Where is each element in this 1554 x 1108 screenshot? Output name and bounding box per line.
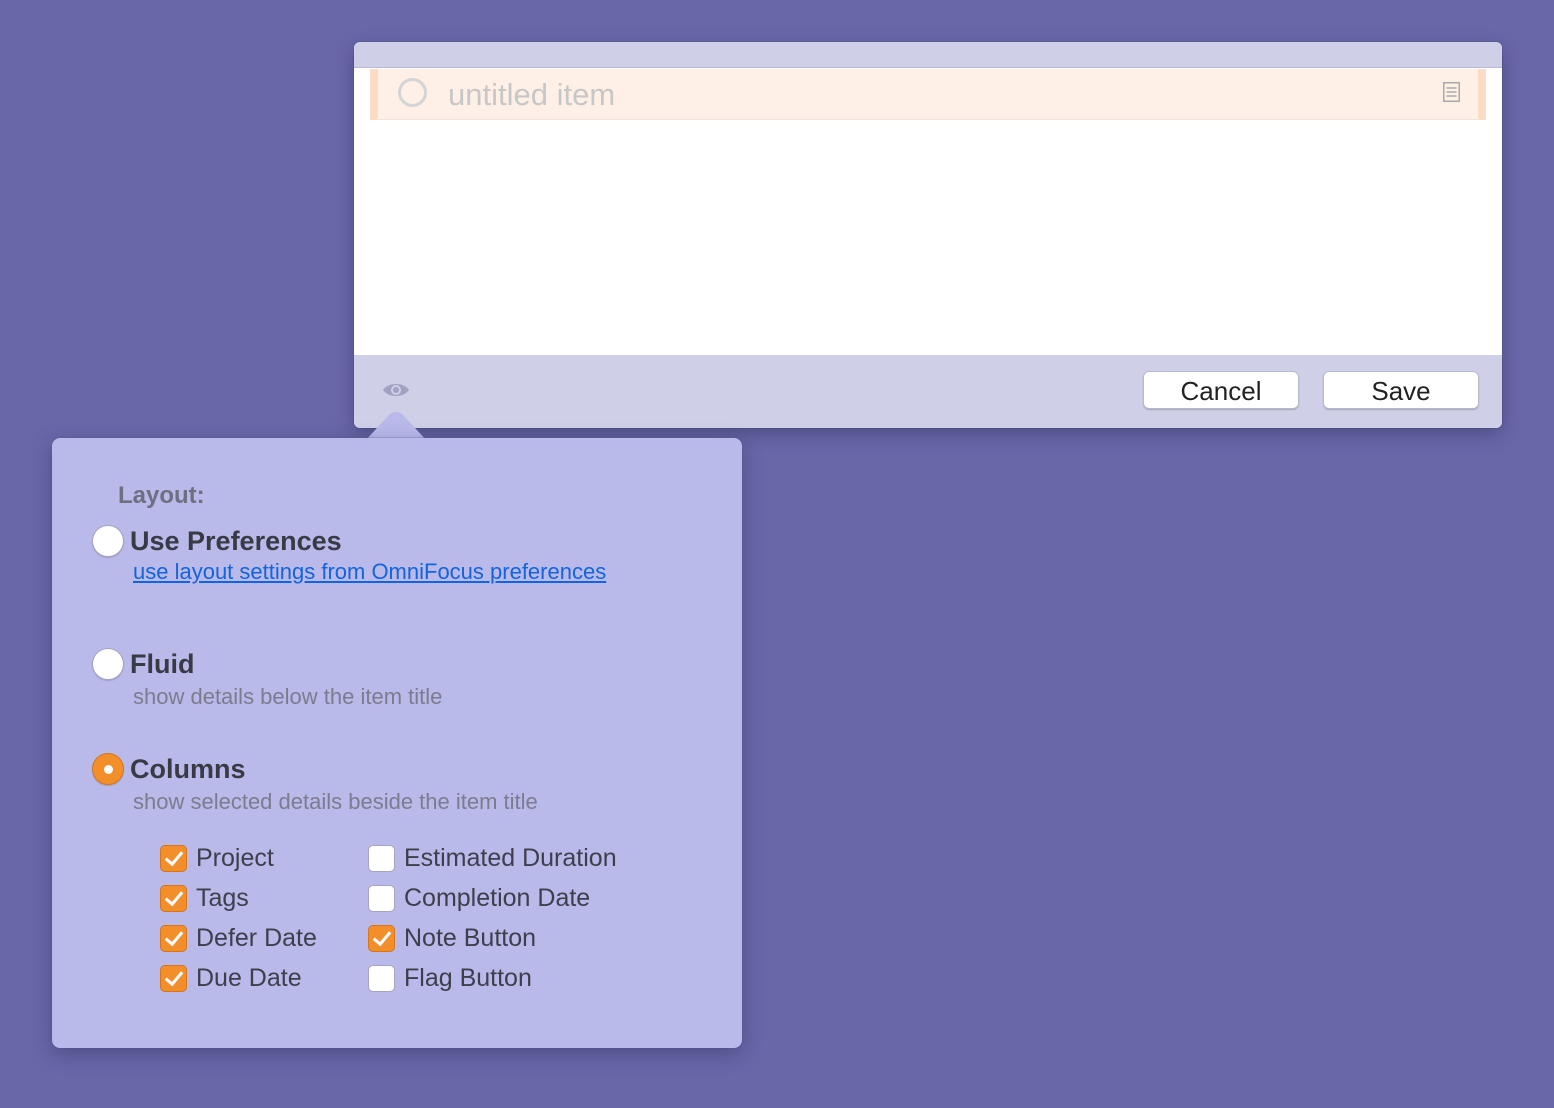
tags-checkbox[interactable]	[160, 885, 187, 912]
layout-section-label: Layout:	[118, 482, 205, 509]
fluid-title: Fluid	[130, 649, 195, 679]
flag-button-label: Flag Button	[404, 964, 532, 992]
defer-date-label: Defer Date	[196, 924, 317, 952]
defer-date-checkbox[interactable]	[160, 925, 187, 952]
item-status-checkbox[interactable]	[398, 78, 427, 107]
fluid-radio[interactable]	[92, 648, 124, 680]
due-date-label: Due Date	[196, 964, 302, 992]
completion-date-label: Completion Date	[404, 884, 591, 912]
flag-button-checkbox[interactable]	[368, 965, 395, 992]
use-preferences-radio[interactable]	[92, 525, 124, 557]
window-titlebar[interactable]	[354, 42, 1502, 67]
omnifocus-preferences-link[interactable]: use layout settings from OmniFocus prefe…	[133, 559, 606, 585]
note-button-label: Note Button	[404, 924, 537, 952]
item-row[interactable]: untitled item	[370, 69, 1486, 120]
estimated-duration-label: Estimated Duration	[404, 844, 617, 872]
save-button[interactable]: Save	[1323, 371, 1479, 409]
project-label: Project	[196, 844, 274, 872]
eye-icon[interactable]	[382, 380, 410, 400]
fluid-description: show details below the item title	[133, 684, 443, 709]
estimated-duration-checkbox[interactable]	[368, 845, 395, 872]
columns-description: show selected details beside the item ti…	[133, 789, 538, 814]
item-list: untitled item	[354, 67, 1502, 356]
columns-title: Columns	[130, 754, 246, 784]
tags-label: Tags	[196, 884, 249, 912]
note-icon[interactable]	[1443, 82, 1460, 102]
column-options-grid: Project Tags Defer Date Due Date Estimat…	[160, 844, 680, 1005]
project-checkbox[interactable]	[160, 845, 187, 872]
columns-radio[interactable]	[92, 753, 124, 785]
quick-entry-window: untitled item Cancel Save	[354, 42, 1502, 428]
popover-arrow	[366, 412, 426, 440]
note-button-checkbox[interactable]	[368, 925, 395, 952]
due-date-checkbox[interactable]	[160, 965, 187, 992]
window-footer: Cancel Save	[354, 355, 1502, 428]
layout-popover: Layout: Use Preferences use layout setti…	[52, 438, 742, 1048]
use-preferences-title: Use Preferences	[130, 526, 342, 556]
completion-date-checkbox[interactable]	[368, 885, 395, 912]
cancel-button[interactable]: Cancel	[1143, 371, 1299, 409]
item-title-field[interactable]: untitled item	[448, 77, 615, 113]
